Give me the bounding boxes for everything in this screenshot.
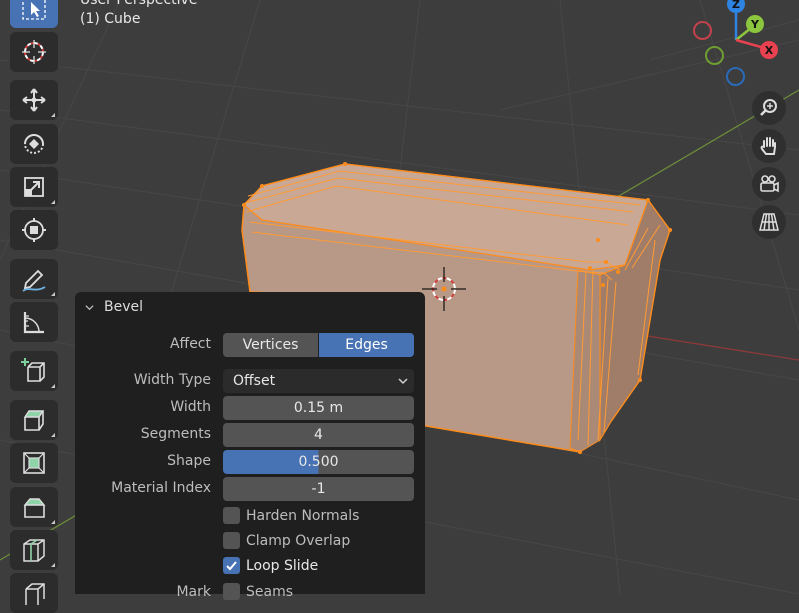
pencil-icon	[22, 269, 46, 292]
material-index-label: Material Index	[111, 480, 211, 496]
zoom-icon	[760, 99, 777, 116]
extrude-icon	[23, 410, 45, 431]
transform-tool[interactable]	[10, 210, 58, 250]
affect-edges-button[interactable]: Edges	[319, 333, 414, 357]
harden-normals-checkbox[interactable]: Harden Normals	[223, 507, 359, 524]
loop-slide-label: Loop Slide	[246, 557, 319, 574]
object-label: (1) Cube	[80, 11, 141, 27]
checkbox-box[interactable]	[223, 583, 240, 600]
checkmark-icon	[226, 561, 237, 571]
knife-icon	[25, 583, 45, 605]
add-cube-icon	[21, 358, 45, 382]
material-index-field[interactable]: -1	[223, 477, 414, 501]
rotate-tool[interactable]	[10, 124, 58, 164]
3d-cursor-icon	[22, 40, 46, 64]
chevron-down-icon	[85, 304, 94, 310]
chevron-down-icon	[398, 378, 408, 385]
extrude-tool[interactable]	[10, 400, 58, 440]
scale-tool[interactable]	[10, 167, 58, 207]
bevel-tool[interactable]	[10, 487, 58, 527]
camera-view-button[interactable]	[752, 167, 786, 201]
loop-cut-icon	[23, 539, 45, 562]
shape-slider[interactable]: 0.500	[223, 450, 414, 474]
gizmo-neg-y-axis[interactable]	[705, 46, 724, 65]
rotate-icon	[24, 134, 44, 154]
measure-tool[interactable]	[10, 302, 58, 342]
perspective-toggle-button[interactable]	[752, 205, 786, 239]
affect-vertices-button[interactable]: Vertices	[223, 333, 318, 357]
clamp-overlap-label: Clamp Overlap	[246, 532, 351, 549]
ruler-icon	[23, 312, 44, 334]
scale-icon	[24, 177, 44, 197]
mark-seams-checkbox[interactable]: Seams	[223, 583, 293, 600]
gizmo-y-axis[interactable]: Y	[746, 15, 764, 33]
bevel-operator-panel[interactable]: Bevel Affect Vertices Edges Width Type O…	[75, 292, 425, 600]
grid-perspective-icon	[759, 213, 779, 231]
bevel-icon	[23, 498, 46, 518]
mark-seams-label: Seams	[246, 583, 294, 600]
gizmo-neg-z-axis[interactable]	[726, 67, 745, 86]
move-arrows-icon	[22, 88, 46, 112]
select-box-tool[interactable]	[10, 0, 58, 28]
annotate-tool[interactable]	[10, 259, 58, 299]
checkbox-box[interactable]	[223, 507, 240, 524]
bevel-panel-title: Bevel	[104, 299, 144, 315]
segments-field[interactable]: 4	[223, 423, 414, 447]
add-cube-tool[interactable]	[10, 351, 58, 391]
camera-icon	[760, 175, 779, 193]
cursor-tool[interactable]	[10, 32, 58, 72]
knife-tool[interactable]	[10, 573, 58, 613]
harden-normals-label: Harden Normals	[246, 507, 360, 524]
hand-pan-icon	[760, 137, 776, 155]
transform-icon	[22, 218, 46, 242]
width-type-value: Offset	[233, 373, 276, 389]
checkbox-box-checked[interactable]	[223, 557, 240, 574]
pan-button[interactable]	[752, 129, 786, 163]
checkbox-box[interactable]	[223, 532, 240, 549]
width-field[interactable]: 0.15 m	[223, 396, 414, 420]
inset-tool[interactable]	[10, 443, 58, 483]
loop-slide-checkbox[interactable]: Loop Slide	[223, 557, 318, 574]
width-type-dropdown[interactable]: Offset	[223, 369, 414, 393]
inset-faces-icon	[23, 452, 45, 474]
shape-label: Shape	[167, 453, 211, 469]
cursor-select-icon	[22, 0, 46, 20]
affect-label: Affect	[169, 336, 211, 352]
perspective-label: User Perspective	[80, 0, 198, 8]
gizmo-x-axis[interactable]: X	[760, 41, 778, 59]
segments-label: Segments	[140, 426, 211, 442]
width-type-label: Width Type	[133, 372, 211, 388]
width-label: Width	[170, 399, 211, 415]
mark-label: Mark	[176, 584, 211, 600]
clamp-overlap-checkbox[interactable]: Clamp Overlap	[223, 532, 350, 549]
gizmo-neg-x-axis[interactable]	[693, 21, 712, 40]
bevel-panel-header[interactable]: Bevel	[85, 299, 143, 315]
zoom-button[interactable]	[752, 91, 786, 125]
loop-cut-tool[interactable]	[10, 530, 58, 570]
move-tool[interactable]	[10, 80, 58, 120]
